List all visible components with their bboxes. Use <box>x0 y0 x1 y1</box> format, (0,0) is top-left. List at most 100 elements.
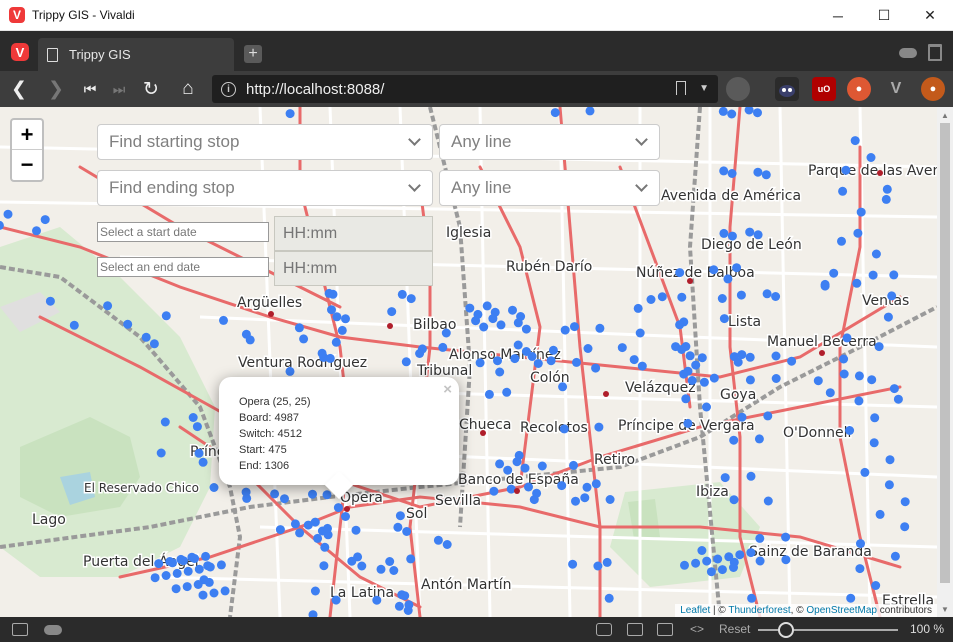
stop-marker[interactable] <box>735 550 745 560</box>
stop-marker[interactable] <box>479 322 489 332</box>
site-info-icon[interactable]: i <box>221 81 236 97</box>
stop-marker[interactable] <box>593 561 603 571</box>
stop-marker[interactable] <box>403 606 413 615</box>
stop-marker[interactable] <box>521 324 531 334</box>
stop-marker[interactable] <box>839 354 849 364</box>
stop-marker[interactable] <box>182 582 192 592</box>
stop-marker[interactable] <box>394 601 404 611</box>
stop-marker[interactable] <box>657 292 667 302</box>
stop-marker[interactable] <box>376 564 386 574</box>
stop-marker[interactable] <box>709 265 719 275</box>
thunderforest-link[interactable]: Thunderforest <box>728 605 790 616</box>
stop-marker[interactable] <box>771 351 781 361</box>
end-date-input[interactable]: Select an end date <box>97 257 269 277</box>
stop-marker[interactable] <box>709 373 719 383</box>
scrollbar-thumb[interactable] <box>940 123 950 583</box>
stop-marker[interactable] <box>441 328 451 338</box>
stop-marker[interactable] <box>675 268 685 278</box>
stop-marker[interactable] <box>149 339 159 349</box>
stop-marker[interactable] <box>737 412 747 422</box>
stop-marker[interactable] <box>310 586 320 596</box>
scroll-up-icon[interactable]: ▲ <box>941 111 949 120</box>
stop-marker[interactable] <box>745 375 755 385</box>
stop-marker[interactable] <box>401 357 411 367</box>
stop-marker[interactable] <box>702 556 712 566</box>
stop-marker[interactable] <box>890 551 900 561</box>
stop-marker[interactable] <box>513 318 523 328</box>
stop-marker[interactable] <box>763 411 773 421</box>
start-time-input[interactable]: HH:mm <box>274 216 433 251</box>
stop-marker[interactable] <box>884 480 894 490</box>
stop-marker[interactable] <box>856 207 866 217</box>
stop-marker[interactable] <box>763 496 773 506</box>
scroll-down-icon[interactable]: ▼ <box>941 605 949 614</box>
code-icon[interactable]: <> <box>690 622 704 636</box>
stop-marker[interactable] <box>893 394 903 404</box>
stop-marker[interactable] <box>150 573 160 583</box>
stop-marker[interactable] <box>679 369 689 379</box>
stop-marker[interactable] <box>829 268 839 278</box>
stop-marker[interactable] <box>183 566 193 576</box>
stop-marker[interactable] <box>320 542 330 552</box>
stop-marker[interactable] <box>220 586 230 596</box>
stop-marker[interactable] <box>502 387 512 397</box>
stop-marker[interactable] <box>357 561 367 571</box>
stop-marker[interactable] <box>400 591 410 601</box>
stop-marker[interactable] <box>617 343 627 353</box>
stop-marker[interactable] <box>548 345 558 355</box>
stop-marker[interactable] <box>141 332 151 342</box>
leaflet-link[interactable]: Leaflet <box>680 605 710 616</box>
stop-marker[interactable] <box>245 335 255 345</box>
stop-marker[interactable] <box>219 315 228 325</box>
stop-marker[interactable] <box>415 349 425 358</box>
stop-marker[interactable] <box>198 457 208 467</box>
stop-marker[interactable] <box>209 483 219 492</box>
stop-marker[interactable] <box>524 482 533 492</box>
stop-marker[interactable] <box>867 375 877 385</box>
stop-marker[interactable] <box>733 357 743 367</box>
stop-marker[interactable] <box>471 316 481 326</box>
stop-marker[interactable] <box>331 337 341 347</box>
stop-marker[interactable] <box>753 167 763 177</box>
stop-marker[interactable] <box>889 384 899 394</box>
stop-marker[interactable] <box>771 374 781 383</box>
stop-marker[interactable] <box>583 344 593 353</box>
stop-marker[interactable] <box>406 294 416 304</box>
stop-marker[interactable] <box>313 533 323 543</box>
stop-marker[interactable] <box>571 496 580 506</box>
stop-marker[interactable] <box>845 426 855 435</box>
stop-marker[interactable] <box>513 340 523 350</box>
start-stop-select[interactable]: Find starting stop <box>97 124 433 160</box>
stop-marker[interactable] <box>887 291 897 301</box>
stop-marker[interactable] <box>697 353 707 363</box>
stop-marker[interactable] <box>883 312 893 322</box>
stop-marker[interactable] <box>753 108 762 118</box>
maximize-button[interactable]: ☐ <box>861 0 907 31</box>
stop-marker[interactable] <box>854 371 864 381</box>
stop-marker[interactable] <box>753 230 763 240</box>
stop-marker[interactable] <box>761 170 771 180</box>
start-date-input[interactable]: Select a start date <box>97 222 269 242</box>
zoom-out-button[interactable]: − <box>12 150 42 180</box>
stop-marker[interactable] <box>161 571 171 580</box>
stop-marker[interactable] <box>729 563 738 572</box>
stop-marker[interactable] <box>882 184 892 194</box>
stop-marker[interactable] <box>397 289 407 299</box>
stop-marker[interactable] <box>484 389 494 399</box>
stop-marker[interactable] <box>717 294 727 303</box>
stop-marker[interactable] <box>691 558 701 568</box>
stop-marker[interactable] <box>40 215 50 225</box>
stop-marker[interactable] <box>333 503 343 513</box>
stop-marker[interactable] <box>475 358 485 368</box>
stop-marker[interactable] <box>854 396 864 406</box>
stop-marker[interactable] <box>275 525 285 535</box>
end-stop-select[interactable]: Find ending stop <box>97 170 433 206</box>
chevron-down-icon[interactable]: ▼ <box>699 83 709 94</box>
stop-marker[interactable] <box>729 495 739 505</box>
stop-marker[interactable] <box>755 556 765 566</box>
stop-marker[interactable] <box>160 417 170 427</box>
stop-marker[interactable] <box>719 228 729 238</box>
reload-button[interactable]: ↻ <box>140 78 162 100</box>
bookmark-icon[interactable] <box>676 81 686 95</box>
stop-marker[interactable] <box>465 303 475 313</box>
